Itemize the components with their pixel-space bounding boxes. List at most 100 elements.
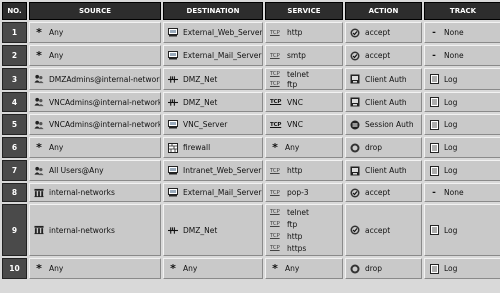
destination-cell[interactable]: VNC_Server xyxy=(163,114,263,135)
source-label: All Users@Any xyxy=(49,166,104,175)
destination-label: DMZ_Net xyxy=(183,225,218,235)
host-icon xyxy=(168,166,178,176)
action-cell[interactable]: Client Auth xyxy=(345,68,422,90)
rule-number[interactable]: 7 xyxy=(2,160,27,181)
source-label: internal-networks xyxy=(49,188,115,197)
action-cell[interactable]: Client Auth xyxy=(345,160,422,181)
service-cell[interactable]: TCP telnet TCP ftp TCP http TCP https xyxy=(265,204,343,256)
destination-label: DMZ_Net xyxy=(183,74,218,84)
action-cell[interactable]: accept xyxy=(345,45,422,66)
source-label: Any xyxy=(49,264,64,273)
source-label: DMZAdmins@internal-networks xyxy=(49,74,161,84)
network-icon xyxy=(168,225,178,235)
destination-cell[interactable]: DMZ_Net xyxy=(163,204,263,256)
track-cell[interactable]: Log xyxy=(424,114,500,135)
source-label: Any xyxy=(49,143,64,152)
source-cell[interactable]: * Any xyxy=(29,258,161,279)
service-cell[interactable]: TCP http xyxy=(265,22,343,43)
tcp-protocol-icon: TCP xyxy=(270,189,280,196)
tcp-protocol-icon: TCP xyxy=(270,29,280,36)
action-label: Client Auth xyxy=(365,166,407,175)
service-cell[interactable]: TCP http xyxy=(265,160,343,181)
header-destination[interactable]: DESTINATION xyxy=(163,2,263,20)
service-cell[interactable]: TCP VNC xyxy=(265,114,343,135)
service-cell[interactable]: TCP smtp xyxy=(265,45,343,66)
destination-cell[interactable]: * Any xyxy=(163,258,263,279)
firewall-icon xyxy=(168,142,178,153)
destination-cell[interactable]: DMZ_Net xyxy=(163,68,263,90)
tcp-protocol-icon: TCP xyxy=(270,209,280,215)
track-cell[interactable]: Log xyxy=(424,68,500,90)
action-cell[interactable]: Client Auth xyxy=(345,92,422,112)
action-cell[interactable]: drop xyxy=(345,137,422,158)
header-service[interactable]: SERVICE xyxy=(265,2,343,20)
source-label: VNCAdmins@internal-networks xyxy=(49,120,161,129)
none-dash-icon: - xyxy=(432,27,436,38)
track-cell[interactable]: - None xyxy=(424,22,500,43)
action-cell[interactable]: drop xyxy=(345,258,422,279)
source-cell[interactable]: internal-networks xyxy=(29,183,161,202)
header-no[interactable]: NO. xyxy=(2,2,27,20)
destination-cell[interactable]: External_Mail_Server xyxy=(163,45,263,66)
any-star-icon: * xyxy=(36,140,42,154)
header-action[interactable]: ACTION xyxy=(345,2,422,20)
action-label: accept xyxy=(365,225,391,235)
source-cell[interactable]: All Users@Any xyxy=(29,160,161,181)
rule-number[interactable]: 3 xyxy=(2,68,27,90)
track-cell[interactable]: - None xyxy=(424,45,500,66)
accept-icon xyxy=(350,225,360,235)
destination-cell[interactable]: Intranet_Web_Server xyxy=(163,160,263,181)
source-cell[interactable]: VNCAdmins@internal-networks xyxy=(29,92,161,112)
service-label: telnet xyxy=(287,69,309,79)
none-dash-icon: - xyxy=(432,50,436,61)
destination-cell[interactable]: firewall xyxy=(163,137,263,158)
service-cell[interactable]: * Any xyxy=(265,258,343,279)
tcp-protocol-icon: TCP xyxy=(270,245,280,251)
rule-number[interactable]: 10 xyxy=(2,258,27,279)
track-cell[interactable]: Log xyxy=(424,92,500,112)
network-icon xyxy=(168,74,178,84)
client-auth-icon xyxy=(350,97,360,107)
service-label: VNC xyxy=(287,97,303,107)
rule-number[interactable]: 5 xyxy=(2,114,27,135)
source-cell[interactable]: * Any xyxy=(29,45,161,66)
track-cell[interactable]: Log xyxy=(424,137,500,158)
header-source[interactable]: SOURCE xyxy=(29,2,161,20)
service-cell[interactable]: TCP pop-3 xyxy=(265,183,343,202)
track-label: Log xyxy=(444,74,458,84)
source-cell[interactable]: * Any xyxy=(29,22,161,43)
track-cell[interactable]: - None xyxy=(424,183,500,202)
destination-label: External_Web_Server xyxy=(183,28,263,37)
rule-number[interactable]: 9 xyxy=(2,204,27,256)
destination-cell[interactable]: External_Web_Server xyxy=(163,22,263,43)
action-cell[interactable]: Session Auth xyxy=(345,114,422,135)
rule-number[interactable]: 6 xyxy=(2,137,27,158)
track-cell[interactable]: Log xyxy=(424,258,500,279)
service-cell[interactable]: TCP VNC xyxy=(265,92,343,112)
rule-number[interactable]: 4 xyxy=(2,92,27,112)
any-star-icon: * xyxy=(36,261,42,275)
source-cell[interactable]: * Any xyxy=(29,137,161,158)
user-group-icon xyxy=(34,97,44,107)
source-cell[interactable]: internal-networks xyxy=(29,204,161,256)
destination-cell[interactable]: DMZ_Net xyxy=(163,92,263,112)
action-cell[interactable]: accept xyxy=(345,183,422,202)
track-cell[interactable]: Log xyxy=(424,204,500,256)
source-label: internal-networks xyxy=(49,225,115,235)
rule-number[interactable]: 2 xyxy=(2,45,27,66)
action-cell[interactable]: accept xyxy=(345,204,422,256)
source-cell[interactable]: DMZAdmins@internal-networks xyxy=(29,68,161,90)
service-cell[interactable]: TCP telnet TCP ftp xyxy=(265,68,343,90)
session-auth-icon xyxy=(350,120,360,130)
destination-cell[interactable]: External_Mail_Server xyxy=(163,183,263,202)
track-cell[interactable]: Log xyxy=(424,160,500,181)
source-cell[interactable]: VNCAdmins@internal-networks xyxy=(29,114,161,135)
action-cell[interactable]: accept xyxy=(345,22,422,43)
rule-number[interactable]: 1 xyxy=(2,22,27,43)
rule-number[interactable]: 8 xyxy=(2,183,27,202)
network-icon xyxy=(168,97,178,107)
header-track[interactable]: TRACK xyxy=(424,2,500,20)
service-cell[interactable]: * Any xyxy=(265,137,343,158)
action-label: Session Auth xyxy=(365,120,414,129)
destination-label: firewall xyxy=(183,143,211,152)
